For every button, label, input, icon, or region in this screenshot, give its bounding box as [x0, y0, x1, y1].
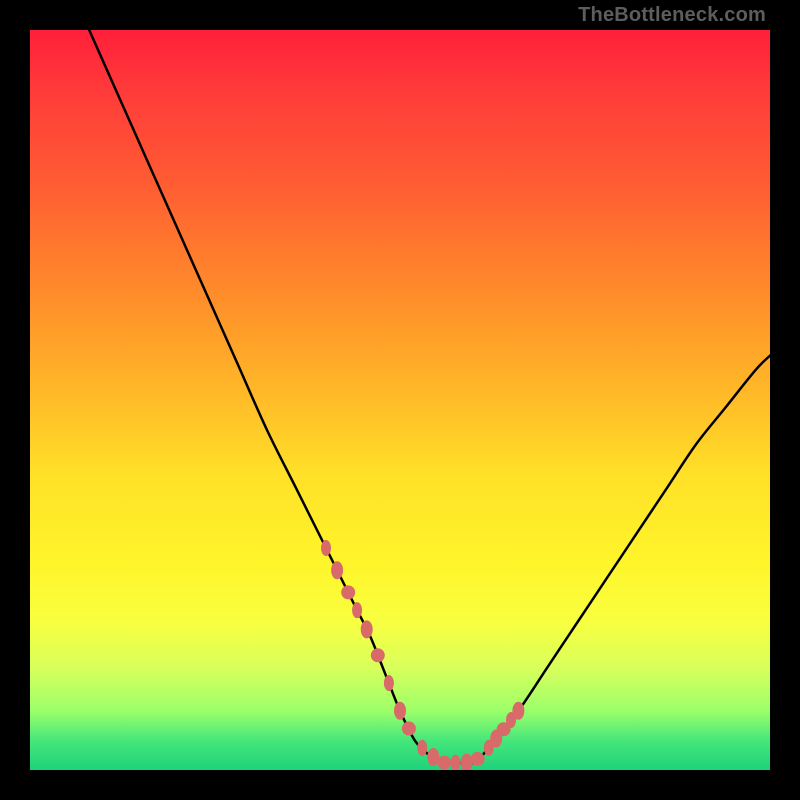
curve-dot [512, 702, 524, 720]
plot-area [30, 30, 770, 770]
curve-dot [461, 754, 473, 770]
curve-dot [402, 722, 416, 736]
bottleneck-curve [89, 30, 770, 764]
curve-dot [371, 648, 385, 662]
chart-frame: TheBottleneck.com [0, 0, 800, 800]
curve-dot [331, 561, 343, 579]
curve-dots [321, 540, 524, 770]
attribution-text: TheBottleneck.com [578, 4, 766, 27]
curve-dot [471, 752, 485, 766]
curve-dot [384, 675, 394, 691]
curve-dot [437, 756, 451, 770]
curve-dot [321, 540, 331, 556]
curve-dot [417, 740, 427, 756]
curve-dot [451, 755, 461, 770]
curve-dot [352, 602, 362, 618]
curve-dot [361, 620, 373, 638]
curve-dot [394, 702, 406, 720]
curve-layer [30, 30, 770, 770]
curve-dot [341, 585, 355, 599]
